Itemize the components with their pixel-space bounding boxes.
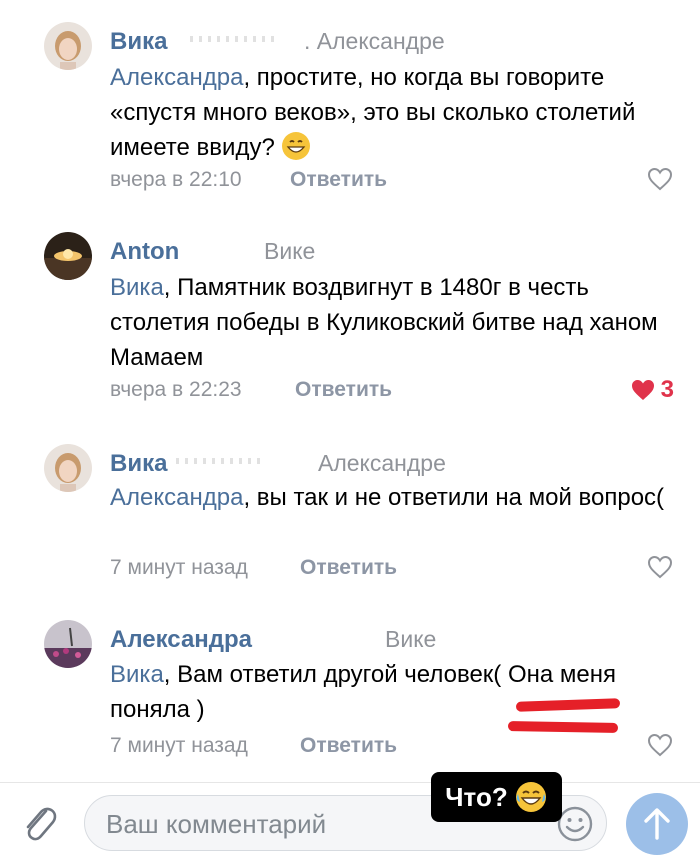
reply-button[interactable]: Ответить [295, 378, 392, 402]
comment-placeholder: Ваш комментарий [106, 809, 327, 839]
mention-link[interactable]: Вика [110, 661, 164, 688]
like-button[interactable]: 3 [629, 376, 674, 404]
comment-time: 7 минут назад [110, 556, 248, 579]
comment-time: 7 минут назад [110, 734, 248, 757]
caption-sticker: Что? [431, 772, 562, 822]
comment-time: вчера в 22:10 [110, 168, 242, 191]
reply-button[interactable]: Ответить [300, 556, 397, 580]
comment-author[interactable]: Вика [110, 450, 167, 478]
comment-author[interactable]: Anton [110, 238, 179, 266]
heart-outline-icon [647, 167, 673, 191]
like-button[interactable] [646, 732, 674, 758]
comment-time: вчера в 22:23 [110, 378, 242, 401]
reply-button[interactable]: Ответить [300, 734, 397, 758]
heart-filled-icon [631, 380, 654, 400]
comment-text: Вика, Вам ответил другой человек( Она ме… [110, 661, 616, 723]
reply-to[interactable]: . Александре [304, 28, 445, 55]
avatar[interactable] [44, 444, 92, 492]
send-button[interactable] [626, 793, 688, 855]
avatar[interactable] [44, 22, 92, 70]
comment-text: Александра, простите, но когда вы говори… [110, 64, 636, 161]
paperclip-icon[interactable] [20, 801, 58, 843]
reply-to[interactable]: Вике [264, 238, 315, 265]
like-count: 3 [660, 376, 674, 403]
comment-text: Вика, Памятник воздвигнут в 1480г в чест… [110, 274, 658, 371]
avatar[interactable] [44, 620, 92, 668]
arrow-up-icon [644, 808, 670, 840]
like-button[interactable] [646, 554, 674, 580]
reply-button[interactable]: Ответить [290, 168, 387, 192]
heart-outline-icon [647, 555, 673, 579]
sticker-text: Что? [445, 781, 508, 812]
reply-to[interactable]: Вике [385, 626, 436, 653]
comment-text: Александра, вы так и не ответили на мой … [110, 484, 665, 511]
grinning-emoji-icon [282, 132, 311, 160]
like-button[interactable] [646, 166, 674, 192]
blurred-surname [190, 36, 280, 42]
laughing-crying-emoji-icon [515, 782, 546, 812]
mention-link[interactable]: Александра [110, 484, 243, 511]
comment-author[interactable]: Вика [110, 28, 167, 56]
reply-to[interactable]: Александре [318, 450, 446, 477]
blurred-surname [176, 458, 266, 464]
red-underline-mark [507, 721, 619, 733]
avatar[interactable] [44, 232, 92, 280]
heart-outline-icon [647, 733, 673, 757]
mention-link[interactable]: Вика [110, 274, 164, 301]
comment-author[interactable]: Александра [110, 626, 252, 654]
mention-link[interactable]: Александра [110, 64, 243, 91]
comment-composer: Ваш комментарий [0, 783, 700, 855]
